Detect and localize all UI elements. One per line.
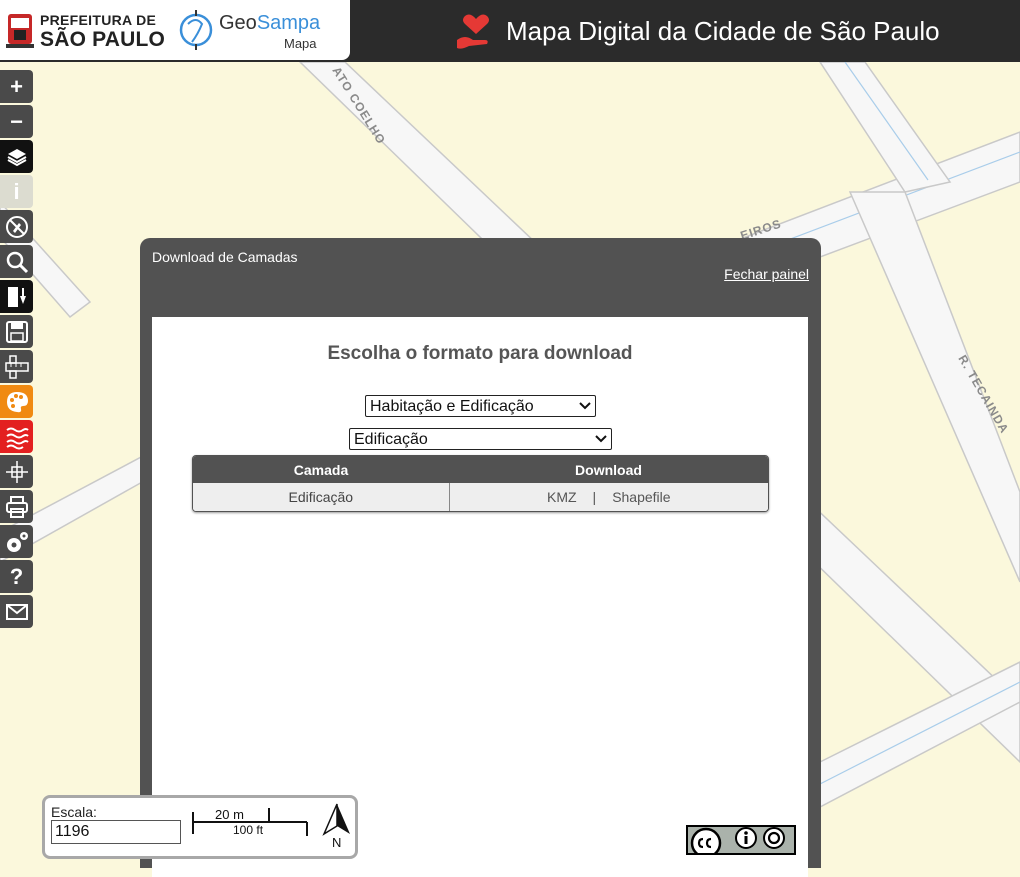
gears-icon — [6, 531, 28, 552]
theme-select-value: Habitação e Edificação — [370, 398, 534, 415]
info-label: i — [13, 178, 20, 204]
help-button[interactable]: ? — [0, 560, 33, 593]
geosampa-word-sampa: Sampa — [256, 12, 321, 34]
city-crest-icon — [6, 14, 34, 48]
format-heading: Escolha o formato para download — [327, 343, 633, 364]
scale-input[interactable]: 1196 — [51, 820, 181, 844]
download-table: Camada Download Edificação KMZ | Shapefi… — [192, 455, 769, 512]
table-header: Camada Download — [193, 456, 768, 483]
zoom-in-label: + — [10, 73, 23, 99]
kmz-download-link[interactable]: KMZ — [547, 489, 577, 505]
theme-select[interactable]: Habitação e Edificação — [365, 395, 596, 417]
scale-label: Escala: — [51, 804, 97, 820]
prefeitura-line1: PREFEITURA DE — [40, 12, 157, 28]
measure-area-button[interactable] — [0, 210, 33, 243]
link-separator: | — [592, 489, 597, 505]
geosampa-word-geo: Geo — [219, 12, 257, 34]
search-icon — [6, 251, 28, 273]
layers-button[interactable] — [0, 140, 33, 173]
flood-risk-button[interactable] — [0, 420, 33, 453]
download-button[interactable] — [0, 280, 33, 313]
logo-area: PREFEITURA DE SÃO PAULO GeoSampa Mapa — [0, 0, 350, 60]
layer-name-cell: Edificação — [193, 483, 450, 511]
flood-waves-icon — [5, 427, 29, 449]
geosampa-subtitle: Mapa — [284, 36, 317, 51]
layer-select[interactable]: Edificação — [349, 428, 612, 450]
crosshair-icon — [5, 460, 28, 483]
scale-widget: Escala: 1196 20 m 100 ft N — [42, 795, 358, 859]
ruler-button[interactable] — [0, 350, 33, 383]
geosampa-logo-icon — [179, 10, 213, 50]
zoom-out-button[interactable]: − — [0, 105, 33, 138]
heart-hand-icon — [457, 14, 489, 49]
geosampa-wordmark: GeoSampa — [219, 12, 320, 35]
search-button[interactable] — [0, 245, 33, 278]
north-arrow-icon: N — [322, 803, 350, 848]
chevron-down-icon — [595, 435, 607, 443]
map-toolbar: + − i ? — [0, 70, 33, 630]
theme-palette-button[interactable] — [0, 385, 33, 418]
save-button[interactable] — [0, 315, 33, 348]
info-button[interactable]: i — [0, 175, 33, 208]
settings-button[interactable] — [0, 525, 33, 558]
prefeitura-line2: SÃO PAULO — [40, 28, 166, 51]
creative-commons-icon — [690, 827, 785, 853]
download-links-cell: KMZ | Shapefile — [450, 483, 768, 511]
column-header-download: Download — [575, 461, 642, 478]
page-title: Mapa Digital da Cidade de São Paulo — [506, 16, 940, 46]
printer-icon — [5, 495, 28, 518]
scale-imperial-label: 100 ft — [233, 823, 264, 837]
panel-body: Escolha o formato para download Habitaçã… — [152, 317, 808, 877]
help-label: ? — [9, 563, 24, 589]
envelope-icon — [5, 603, 28, 620]
close-panel-link[interactable]: Fechar painel — [724, 266, 809, 282]
scale-bar: 20 m 100 ft — [192, 807, 308, 837]
ruler-icon — [4, 354, 29, 379]
print-button[interactable] — [0, 490, 33, 523]
shapefile-download-link[interactable]: Shapefile — [612, 489, 670, 505]
north-label: N — [332, 835, 341, 848]
table-row: Edificação KMZ | Shapefile — [193, 483, 768, 511]
zoom-out-label: − — [10, 108, 23, 134]
panel-title: Download de Camadas — [152, 249, 298, 265]
floppy-disk-icon — [5, 320, 28, 343]
download-panel: Download de Camadas Fechar painel Escolh… — [140, 238, 821, 877]
no-pencil-icon — [5, 215, 28, 238]
layer-select-value: Edificação — [354, 431, 428, 448]
app-header: PREFEITURA DE SÃO PAULO GeoSampa Mapa Ma… — [0, 0, 1020, 62]
creative-commons-badge[interactable] — [686, 825, 796, 855]
chevron-down-icon — [579, 402, 591, 410]
download-map-icon — [7, 286, 26, 307]
contact-button[interactable] — [0, 595, 33, 628]
palette-icon — [6, 391, 28, 412]
coordinates-button[interactable] — [0, 455, 33, 488]
zoom-in-button[interactable]: + — [0, 70, 33, 103]
layers-icon — [7, 148, 26, 166]
column-header-layer: Camada — [293, 461, 349, 478]
scale-metric-label: 20 m — [215, 807, 244, 822]
